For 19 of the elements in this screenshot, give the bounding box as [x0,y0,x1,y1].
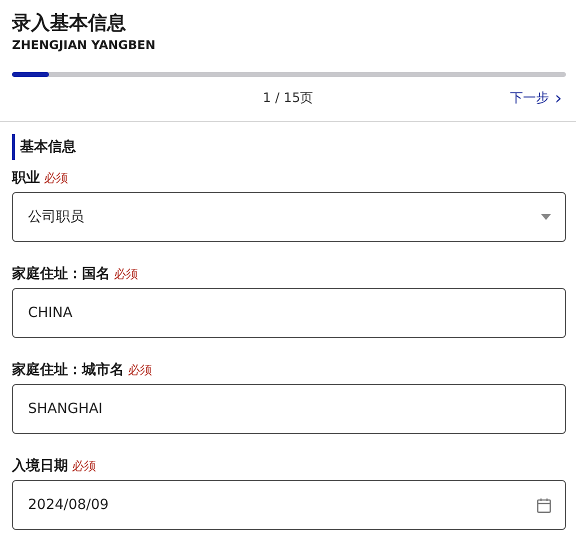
input-field[interactable]: CHINA [12,288,566,338]
required-tag: 必须 [72,457,96,475]
required-tag: 必须 [114,265,138,283]
page-title: 录入基本信息 [12,12,127,34]
date-field[interactable]: 2024/08/09 [12,480,566,530]
required-tag: 必须 [128,361,152,379]
field-label: 家庭住址：国名 [12,264,110,284]
required-tag: 必须 [44,169,68,187]
field-label: 入境日期 [12,456,68,476]
dropdown-arrow-icon [541,214,551,220]
page-subtitle: ZHENGJIAN YANGBEN [12,37,156,53]
calendar-icon[interactable] [537,498,551,512]
next-link[interactable]: 下一步 › [510,89,562,108]
input-field[interactable]: SHANGHAI [12,384,566,434]
field-label: 职业 [12,169,40,188]
occupation-dropdown[interactable]: 公司职员 [12,192,566,242]
section-title: 基本信息 [20,138,76,156]
field-label: 家庭住址：城市名 [12,360,124,380]
page-indicator: 1 / 15页 [262,90,314,108]
